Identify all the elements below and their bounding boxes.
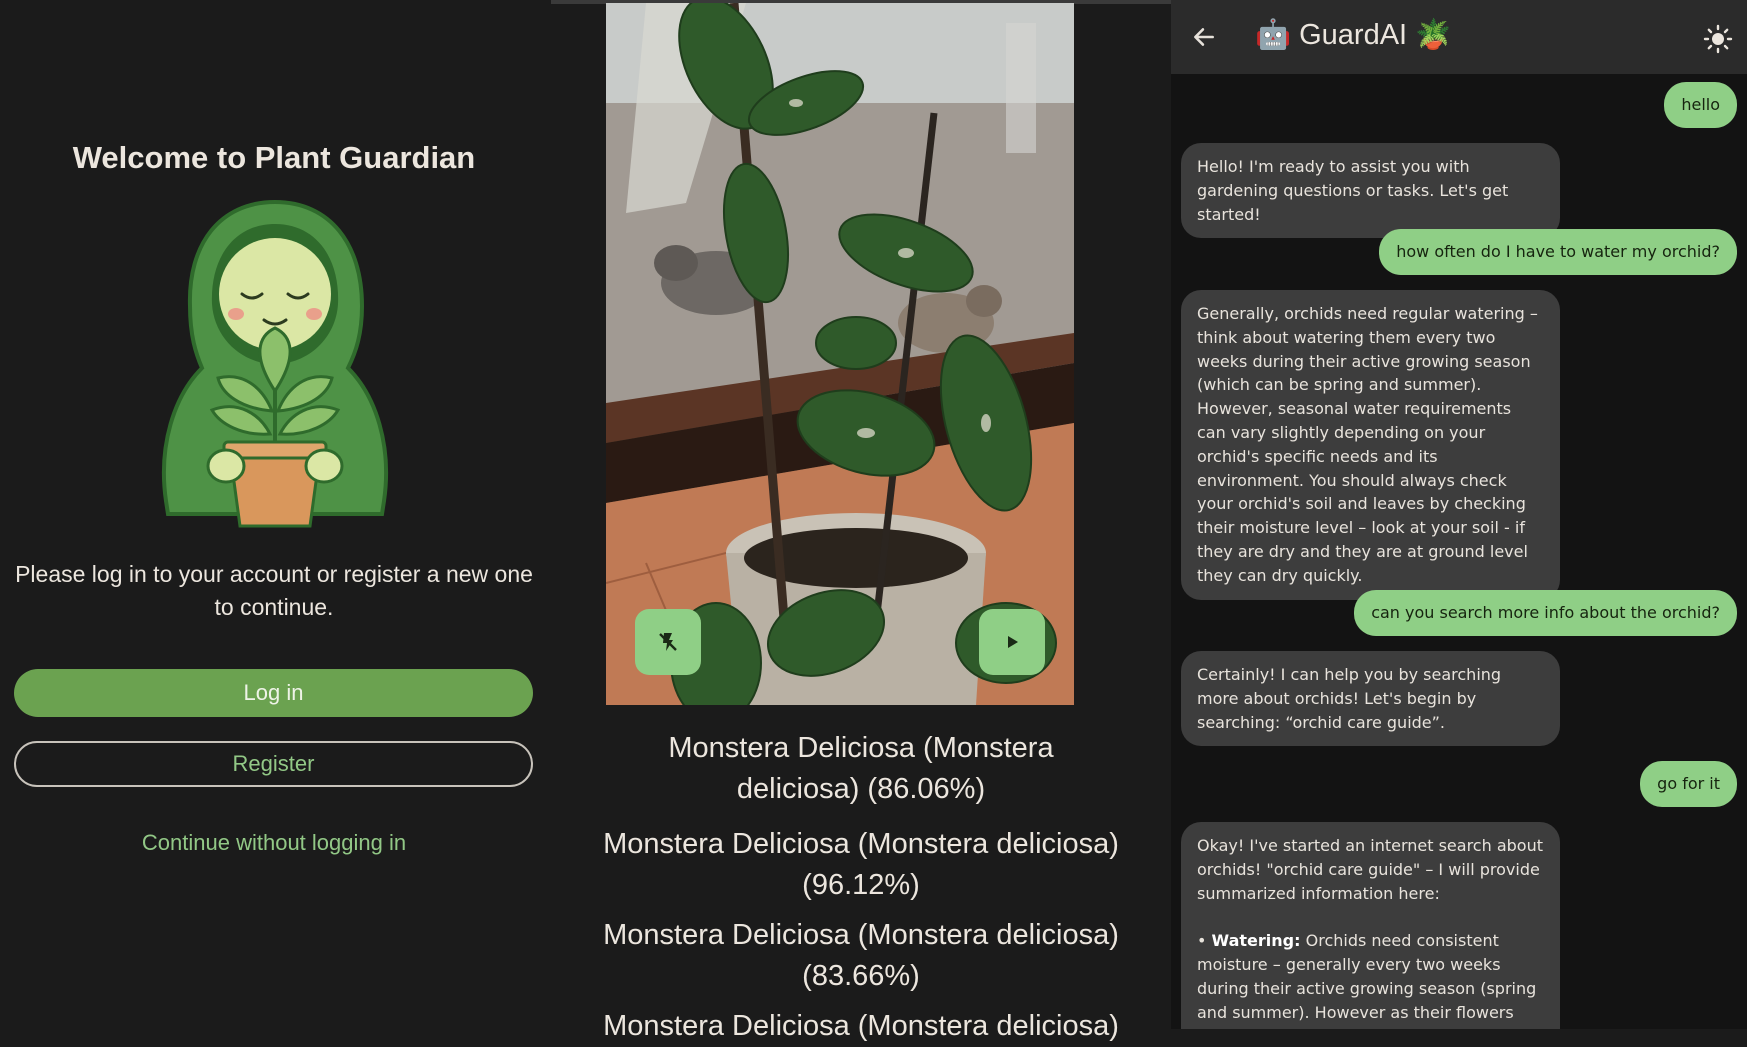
identification-result: Monstera Deliciosa (Monstera deliciosa): [603, 1010, 1119, 1042]
chat-title: 🤖 GuardAI 🪴: [1255, 18, 1451, 52]
assistant-message: Generally, orchids need regular watering…: [1181, 290, 1560, 600]
continue-without-login-link[interactable]: Continue without logging in: [0, 830, 548, 856]
plant-guardian-mascot: [161, 199, 389, 528]
capture-play-button[interactable]: [979, 609, 1045, 675]
camera-preview[interactable]: [606, 3, 1074, 705]
user-message: go for it: [1640, 761, 1737, 807]
camera-screen: Monstera Deliciosa (Monstera deliciosa) …: [551, 0, 1171, 1042]
user-message: how often do I have to water my orchid?: [1379, 229, 1737, 275]
chat-title-text: GuardAI: [1299, 18, 1408, 51]
login-button[interactable]: Log in: [14, 669, 533, 717]
login-screen: Welcome to Plant Guardian Please log in …: [0, 0, 550, 1029]
app-bar: 🤖 GuardAI 🪴: [1171, 0, 1747, 74]
login-instructions: Please log in to your account or registe…: [15, 561, 533, 620]
identification-result: Monstera Deliciosa (Monstera deliciosa) …: [603, 919, 1119, 992]
assistant-message-bullet: • Watering: Orchids need consistent mois…: [1197, 929, 1544, 1029]
arrow-left-icon[interactable]: [1191, 24, 1217, 50]
user-message: can you search more info about the orchi…: [1354, 590, 1737, 636]
sun-icon[interactable]: [1703, 24, 1733, 54]
assistant-message: Hello! I'm ready to assist you with gard…: [1181, 143, 1560, 239]
assistant-message: Okay! I've started an internet search ab…: [1181, 822, 1560, 1029]
play-icon: [1008, 636, 1018, 648]
robot-icon: 🤖: [1255, 19, 1292, 51]
flash-off-icon: [659, 633, 677, 651]
potted-plant-icon: 🪴: [1415, 19, 1452, 51]
flash-toggle-button[interactable]: [635, 609, 701, 675]
identification-result: Monstera Deliciosa (Monstera deliciosa) …: [668, 732, 1054, 805]
bullet-label: Watering:: [1211, 931, 1301, 951]
assistant-message-intro: Okay! I've started an internet search ab…: [1197, 836, 1543, 903]
chat-screen: 🤖 GuardAI 🪴 hello Hello! I'm ready to as…: [1171, 0, 1747, 1029]
identification-result: Monstera Deliciosa (Monstera deliciosa) …: [603, 828, 1119, 901]
welcome-title: Welcome to Plant Guardian: [72, 140, 476, 175]
register-button[interactable]: Register: [14, 741, 533, 787]
user-message: hello: [1664, 82, 1737, 128]
assistant-message: Certainly! I can help you by searching m…: [1181, 651, 1560, 747]
